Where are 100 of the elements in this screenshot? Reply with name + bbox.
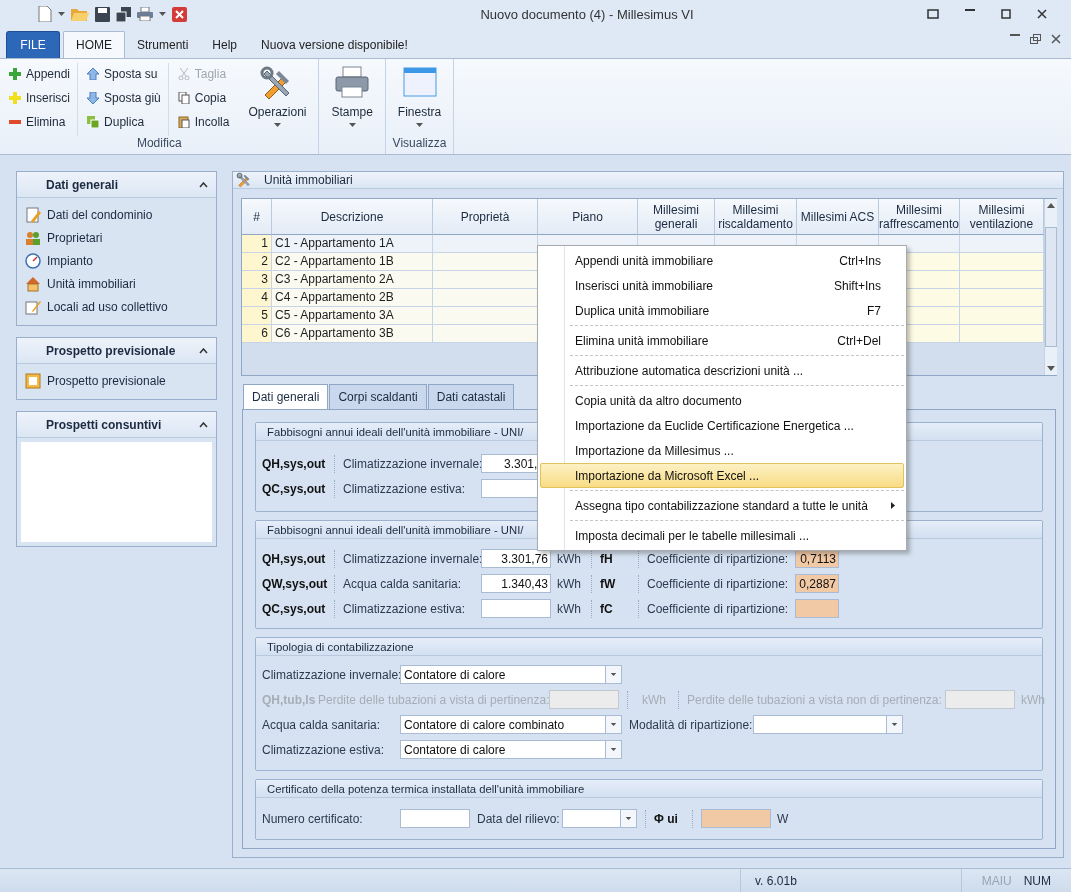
- column-header[interactable]: Piano: [538, 199, 638, 235]
- table-cell[interactable]: [433, 307, 538, 325]
- dropdown-field[interactable]: Contatore di calore: [400, 665, 622, 684]
- input-field[interactable]: [481, 599, 551, 618]
- ribbon-large-button[interactable]: Operazioni: [242, 63, 313, 136]
- table-cell[interactable]: [433, 325, 538, 343]
- panel-title: Prospetti consuntivi: [46, 417, 162, 432]
- menu-item[interactable]: Inserisci unità immobiliare Shift+Ins: [540, 273, 904, 298]
- ribbon-button[interactable]: Duplica: [84, 111, 164, 133]
- table-cell[interactable]: C3 - Appartamento 2A: [272, 271, 433, 289]
- field-label: Coefficiente di ripartizione:: [647, 551, 790, 566]
- coefficient-field[interactable]: [795, 599, 839, 618]
- collapse-icon[interactable]: [199, 421, 208, 428]
- scrollbar[interactable]: [1044, 199, 1057, 375]
- table-cell[interactable]: [960, 235, 1044, 253]
- menu-item[interactable]: Duplica unità immobiliare F7: [540, 298, 904, 323]
- save-all-icon: [116, 6, 131, 22]
- table-cell[interactable]: [433, 289, 538, 307]
- symbol-label: Φ ui: [654, 811, 679, 826]
- table-cell[interactable]: [960, 253, 1044, 271]
- column-header[interactable]: Millesimi raffrescamento: [879, 199, 960, 235]
- menu-item[interactable]: Elimina unità immobiliare Ctrl+Del: [540, 328, 904, 353]
- ribbon-large-button[interactable]: Stampe: [325, 63, 379, 136]
- collapse-icon[interactable]: [199, 347, 208, 354]
- collapse-icon[interactable]: [199, 181, 208, 188]
- ribbon-tab[interactable]: Strumenti: [125, 31, 201, 58]
- column-header[interactable]: #: [242, 199, 272, 235]
- scroll-up-icon[interactable]: [1047, 203, 1055, 208]
- ribbon-button[interactable]: Appendi: [6, 63, 74, 85]
- dropdown-field[interactable]: Contatore di calore: [400, 740, 622, 759]
- menu-item[interactable]: Importazione da Microsoft Excel ...: [540, 463, 904, 488]
- table-cell[interactable]: C6 - Appartamento 3B: [272, 325, 433, 343]
- column-header[interactable]: Millesimi ACS: [797, 199, 879, 235]
- ribbon-button[interactable]: Copia: [174, 87, 233, 109]
- sidebar-item[interactable]: Locali ad uso collettivo: [25, 296, 208, 317]
- field-label: Climatizzazione invernale:: [343, 551, 481, 566]
- field-label: Climatizzazione estiva:: [262, 742, 386, 757]
- ribbon-tab[interactable]: Help: [200, 31, 250, 58]
- sidebar-item[interactable]: Unità immobiliari: [25, 273, 208, 294]
- ribbon-tab[interactable]: HOME: [63, 31, 125, 58]
- column-header[interactable]: Millesimi riscaldamento: [715, 199, 797, 235]
- field-label: Climatizzazione invernale:: [343, 456, 481, 471]
- window-title: Nuovo documento (4) - Millesimus VI: [479, 6, 695, 22]
- symbol-label: fW: [600, 576, 617, 591]
- ribbon-button[interactable]: Sposta giù: [84, 87, 164, 109]
- table-cell[interactable]: [433, 235, 538, 253]
- column-header[interactable]: Descrizione: [272, 199, 433, 235]
- table-cell[interactable]: [960, 289, 1044, 307]
- file-menu-button[interactable]: FILE: [6, 31, 60, 58]
- table-cell[interactable]: C5 - Appartamento 3A: [272, 307, 433, 325]
- sidebar-item[interactable]: Prospetto previsionale: [25, 370, 208, 391]
- ribbon-button[interactable]: Incolla: [174, 111, 233, 133]
- table-cell[interactable]: [433, 271, 538, 289]
- minimize-icon: [1010, 34, 1020, 36]
- row-number: 2: [242, 253, 272, 271]
- scrollbar-thumb[interactable]: [1045, 227, 1057, 347]
- sidebar-item[interactable]: Dati del condominio: [25, 204, 208, 225]
- down-arrow-icon: [87, 92, 100, 104]
- ribbon-button[interactable]: Inserisci: [6, 87, 74, 109]
- tab[interactable]: Dati catastali: [427, 384, 515, 409]
- ribbon-button[interactable]: Sposta su: [84, 63, 164, 85]
- notepad-icon: [25, 206, 41, 223]
- caret-icon: [416, 123, 423, 127]
- input-field[interactable]: [400, 809, 470, 828]
- menu-item[interactable]: Copia unità da altro documento: [540, 388, 904, 413]
- coefficient-field[interactable]: 0,2887: [795, 574, 839, 593]
- menu-item[interactable]: Attribuzione automatica descrizioni unità ...: [540, 358, 904, 383]
- version-label: v. 6.01b: [755, 873, 797, 888]
- menu-item[interactable]: Appendi unità immobiliare Ctrl+Ins: [540, 248, 904, 273]
- tab[interactable]: Dati generali: [243, 384, 329, 409]
- ribbon-tab[interactable]: Nuova versione disponibile!: [249, 31, 420, 58]
- sidebar-item[interactable]: Impianto: [25, 250, 208, 271]
- key-indicator: MAIU: [980, 873, 1013, 888]
- table-cell[interactable]: [960, 307, 1044, 325]
- ribbon-button[interactable]: Elimina: [6, 111, 74, 133]
- field-label: Climatizzazione estiva:: [343, 601, 467, 616]
- dropdown-field[interactable]: Contatore di calore combinato: [400, 715, 622, 734]
- column-header[interactable]: Millesimi ventilazione: [960, 199, 1044, 235]
- table-cell[interactable]: [960, 325, 1044, 343]
- input-field[interactable]: 1.340,43: [481, 574, 551, 593]
- input-field[interactable]: 3.301,76: [481, 549, 551, 568]
- field-label: Acqua calda sanitaria:: [343, 576, 463, 591]
- field-label: Numero certificato:: [262, 811, 364, 826]
- dropdown-field[interactable]: [562, 809, 637, 828]
- panel-title: Unità immobiliari: [264, 173, 353, 187]
- sidebar-item[interactable]: Proprietari: [25, 227, 208, 248]
- menu-item[interactable]: Assegna tipo contabilizzazione standard a tutte le unità: [540, 493, 904, 518]
- scroll-down-icon[interactable]: [1047, 366, 1055, 371]
- table-cell[interactable]: [960, 271, 1044, 289]
- ribbon-large-button[interactable]: Finestra: [391, 63, 448, 136]
- table-cell[interactable]: C2 - Appartamento 1B: [272, 253, 433, 271]
- power-field[interactable]: [701, 809, 771, 828]
- table-cell[interactable]: C4 - Appartamento 2B: [272, 289, 433, 307]
- dropdown-field[interactable]: [753, 715, 903, 734]
- column-header[interactable]: Millesimi generali: [638, 199, 715, 235]
- save-icon: [95, 6, 110, 22]
- column-header[interactable]: Proprietà: [433, 199, 538, 235]
- table-cell[interactable]: C1 - Appartamento 1A: [272, 235, 433, 253]
- table-cell[interactable]: [433, 253, 538, 271]
- tab[interactable]: Corpi scaldanti: [329, 384, 427, 409]
